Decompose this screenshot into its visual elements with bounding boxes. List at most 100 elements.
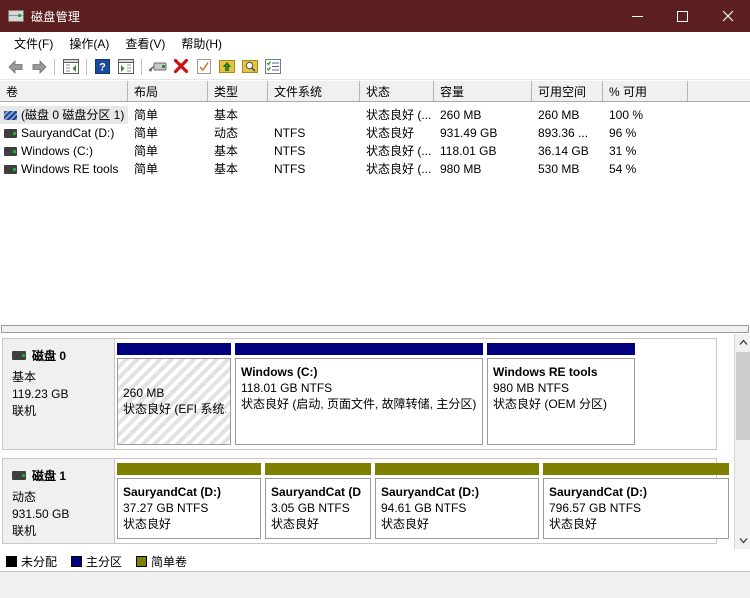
partition-windows-re[interactable]: Windows RE tools 980 MB NTFS 状态良好 (OEM 分…	[487, 343, 635, 445]
disk-info-1[interactable]: 磁盘 1 动态 931.50 GB 联机	[3, 459, 115, 543]
partition-size: 118.01 GB NTFS	[241, 381, 333, 395]
show-console-tree-button[interactable]	[59, 56, 82, 78]
volume-sauryandcat-2[interactable]: SauryandCat (D 3.05 GB NTFS 状态良好	[265, 463, 371, 539]
table-row[interactable]: SauryandCat (D:) 简单 动态 NTFS 状态良好 931.49 …	[0, 124, 750, 142]
partition-windows-c[interactable]: Windows (C:) 118.01 GB NTFS 状态良好 (启动, 页面…	[235, 343, 483, 445]
window-title: 磁盘管理	[31, 9, 81, 24]
scrollbar-thumb[interactable]	[736, 352, 750, 440]
partition-body: Windows (C:) 118.01 GB NTFS 状态良好 (启动, 页面…	[235, 358, 483, 445]
partition-efi[interactable]: 260 MB 状态良好 (EFI 系统...	[117, 343, 231, 445]
cell-percent-free: 100 %	[609, 108, 644, 122]
window-controls	[615, 0, 750, 32]
partition-status: 状态良好 (OEM 分区)	[493, 397, 607, 411]
volume-body: SauryandCat (D:) 37.27 GB NTFS 状态良好	[117, 478, 261, 539]
menu-action[interactable]: 操作(A)	[61, 33, 117, 54]
search-button[interactable]	[238, 56, 261, 78]
forward-button[interactable]	[27, 56, 50, 78]
cell-layout: 简单	[134, 108, 159, 122]
volume-icon	[4, 164, 17, 174]
arrow-left-icon	[7, 59, 22, 74]
volume-body: SauryandCat (D 3.05 GB NTFS 状态良好	[265, 478, 371, 539]
table-row[interactable]: (磁盘 0 磁盘分区 1) 简单 基本 状态良好 (... 260 MB 260…	[0, 106, 750, 124]
cell-volume-label: Windows (C:)	[21, 144, 94, 158]
scroll-up-button[interactable]	[735, 334, 750, 351]
graphic-view-scrollbar[interactable]	[734, 334, 750, 549]
cell-type: 基本	[214, 162, 239, 176]
arrow-right-icon	[32, 59, 47, 74]
legend-item-unallocated: 未分配	[6, 553, 57, 570]
table-row[interactable]: Windows RE tools 简单 基本 NTFS 状态良好 (... 98…	[0, 160, 750, 178]
toolbar-separator	[86, 58, 87, 75]
volume-status: 状态良好	[549, 517, 598, 531]
close-button[interactable]	[705, 0, 750, 32]
cell-layout: 简单	[134, 126, 159, 140]
menu-bar: 文件(F) 操作(A) 查看(V) 帮助(H)	[0, 32, 750, 54]
column-header-percent-free[interactable]: % 可用	[603, 81, 688, 101]
export-list-button[interactable]	[215, 56, 238, 78]
cell-status: 状态良好 (...	[366, 108, 432, 122]
toolbar: ?	[0, 54, 750, 80]
column-header-capacity[interactable]: 容量	[434, 81, 532, 101]
rescan-disks-button[interactable]	[146, 56, 169, 78]
column-header-volume[interactable]: 卷	[0, 81, 128, 101]
cell-capacity: 118.01 GB	[440, 144, 497, 158]
minimize-button[interactable]	[615, 0, 660, 32]
volume-sauryandcat-3[interactable]: SauryandCat (D:) 94.61 GB NTFS 状态良好	[375, 463, 539, 539]
partition-bar	[117, 343, 231, 355]
column-header-layout[interactable]: 布局	[128, 81, 208, 101]
column-header-free-space[interactable]: 可用空间	[532, 81, 603, 101]
scroll-down-button[interactable]	[735, 532, 750, 549]
folder-search-icon	[241, 60, 258, 73]
cell-layout: 简单	[134, 162, 159, 176]
chevron-down-icon	[739, 538, 747, 544]
help-button[interactable]: ?	[91, 56, 114, 78]
disk-info-0[interactable]: 磁盘 0 基本 119.23 GB 联机	[3, 339, 115, 449]
volume-sauryandcat-4[interactable]: SauryandCat (D:) 796.57 GB NTFS 状态良好	[543, 463, 729, 539]
delete-button[interactable]	[169, 56, 192, 78]
cell-free-space: 530 MB	[538, 162, 580, 176]
partition-size: 260 MB	[123, 386, 165, 400]
properties-button[interactable]	[192, 56, 215, 78]
show-action-pane-button[interactable]	[114, 56, 137, 78]
disk-size-label: 931.50 GB	[12, 507, 70, 521]
list-view-button[interactable]	[261, 56, 284, 78]
legend-bar: 未分配 主分区 简单卷	[0, 551, 750, 571]
legend-swatch-primary	[71, 556, 83, 567]
volume-sauryandcat-1[interactable]: SauryandCat (D:) 37.27 GB NTFS 状态良好	[117, 463, 261, 539]
menu-help[interactable]: 帮助(H)	[173, 33, 230, 54]
partitions-1: SauryandCat (D:) 37.27 GB NTFS 状态良好 Saur…	[115, 459, 732, 543]
column-header-type[interactable]: 类型	[208, 81, 268, 101]
column-header-status[interactable]: 状态	[360, 81, 434, 101]
cell-volume: SauryandCat (D:)	[0, 124, 128, 142]
volume-status: 状态良好	[381, 517, 430, 531]
maximize-button[interactable]	[660, 0, 705, 32]
cell-volume-label: (磁盘 0 磁盘分区 1)	[21, 108, 125, 122]
legend-label-simple: 简单卷	[151, 555, 188, 569]
legend-item-simple-volume: 简单卷	[136, 553, 187, 570]
volume-body: SauryandCat (D:) 94.61 GB NTFS 状态良好	[375, 478, 539, 539]
disk-row-0[interactable]: 磁盘 0 基本 119.23 GB 联机 260 MB 状态良好 (EFI 系统…	[2, 338, 717, 450]
cell-volume: Windows (C:)	[0, 142, 128, 160]
checklist-icon	[264, 59, 281, 74]
partition-name: Windows (C:)	[241, 365, 318, 379]
horizontal-scrollbar[interactable]	[1, 325, 749, 333]
cell-free-space: 260 MB	[538, 108, 580, 122]
disk-name-label: 磁盘 1	[32, 469, 67, 483]
volume-list-header: 卷 布局 类型 文件系统 状态 容量 可用空间 % 可用	[0, 81, 750, 102]
cell-volume: Windows RE tools	[0, 160, 128, 178]
column-header-filesystem[interactable]: 文件系统	[268, 81, 360, 101]
back-button[interactable]	[4, 56, 27, 78]
menu-view[interactable]: 查看(V)	[117, 33, 173, 54]
disk-row-1[interactable]: 磁盘 1 动态 931.50 GB 联机 SauryandCat (D:) 37…	[2, 458, 729, 544]
red-x-icon	[173, 59, 188, 74]
partition-body: 260 MB 状态良好 (EFI 系统...	[117, 358, 231, 445]
cell-free-space: 36.14 GB	[538, 144, 589, 158]
disk-icon	[12, 471, 26, 480]
menu-file[interactable]: 文件(F)	[6, 33, 61, 54]
status-bar	[0, 571, 750, 598]
disk-state-label: 联机	[12, 524, 37, 538]
graphic-view-pane: 磁盘 0 基本 119.23 GB 联机 260 MB 状态良好 (EFI 系统…	[0, 334, 750, 549]
pane-splitter[interactable]	[0, 322, 750, 334]
volume-status: 状态良好	[271, 517, 320, 531]
table-row[interactable]: Windows (C:) 简单 基本 NTFS 状态良好 (... 118.01…	[0, 142, 750, 160]
